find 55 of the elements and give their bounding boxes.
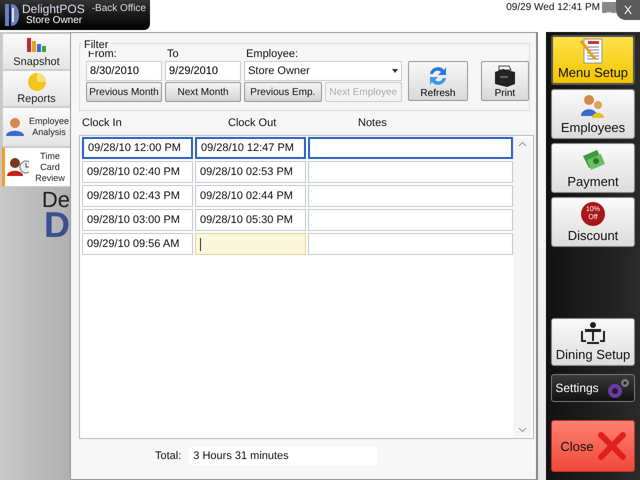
filter-button[interactable]: Next Month <box>165 82 242 102</box>
table-cell[interactable]: 09/28/10 05:30 PM <box>195 209 306 231</box>
field-label: Employee: <box>245 48 300 60</box>
table-cell[interactable]: 09/28/10 12:47 PM <box>195 137 306 159</box>
table-chairs-icon <box>579 319 607 347</box>
field-label: To <box>166 48 180 60</box>
table-cell[interactable] <box>308 161 513 183</box>
person-clock-icon <box>7 156 29 178</box>
caret-icon <box>392 69 398 73</box>
printer-icon <box>492 64 517 88</box>
column-header: Clock In <box>81 117 123 129</box>
table-cell[interactable]: 09/28/10 02:53 PM <box>195 161 306 183</box>
total-value: 3 Hours 31 minutes <box>189 447 378 465</box>
refresh-button[interactable]: Refresh <box>408 61 468 101</box>
action-button[interactable]: Payment <box>551 143 635 193</box>
action-button[interactable]: Dining Setup <box>551 318 635 366</box>
column-header: Clock Out <box>228 117 278 129</box>
action-button[interactable]: Close <box>551 420 635 472</box>
action-button[interactable]: Employees <box>551 89 635 139</box>
date-field[interactable]: 9/29/2010 <box>165 61 242 81</box>
action-button[interactable]: Settings <box>551 374 635 402</box>
column-header: Notes <box>358 117 387 129</box>
table-cell[interactable] <box>308 137 513 159</box>
nav-tab[interactable]: Employee Analysis <box>2 107 70 147</box>
employee-dropdown[interactable]: Store Owner <box>244 61 402 81</box>
nav-tab[interactable]: Time Card Review <box>2 147 70 187</box>
table-cell[interactable]: 09/28/10 02:44 PM <box>195 185 306 207</box>
filter-button[interactable]: Previous Emp. <box>244 82 322 102</box>
total-label: Total: <box>155 450 182 462</box>
user-name: Store Owner <box>26 15 82 27</box>
filter-button[interactable]: Previous Month <box>86 82 162 102</box>
table-cell[interactable]: 09/28/10 02:40 PM <box>82 161 193 183</box>
close-icon <box>598 432 626 460</box>
table-cell[interactable] <box>308 185 513 207</box>
action-button[interactable]: Menu Setup <box>551 35 635 85</box>
section-title: -Back Office <box>92 3 146 14</box>
minimize-button[interactable]: _ <box>602 2 616 13</box>
window-close-button[interactable]: X <box>616 0 640 20</box>
nav-tab[interactable]: Snapshot <box>2 33 70 70</box>
table-cell[interactable]: 09/28/10 02:43 PM <box>82 185 193 207</box>
table-cell[interactable] <box>308 233 513 255</box>
print-button[interactable]: Print <box>480 61 530 101</box>
table-cell[interactable]: 09/29/10 09:56 AM <box>82 233 193 255</box>
date-field[interactable]: 8/30/2010 <box>86 61 162 81</box>
table-cell[interactable]: 09/28/10 12:00 PM <box>82 137 193 159</box>
table-cell[interactable]: 09/28/10 03:00 PM <box>82 209 193 231</box>
filter-title: Filter <box>82 39 110 51</box>
scrollbar[interactable] <box>513 138 531 436</box>
people-icon <box>579 92 607 120</box>
nav-tab[interactable]: Reports <box>2 70 70 107</box>
table-cell[interactable] <box>308 209 513 231</box>
person-icon <box>5 116 27 138</box>
brand-name: DelightPOS <box>22 3 85 15</box>
input-field[interactable] <box>195 233 306 255</box>
date-time: 09/29 Wed 12:41 PM <box>506 2 600 13</box>
